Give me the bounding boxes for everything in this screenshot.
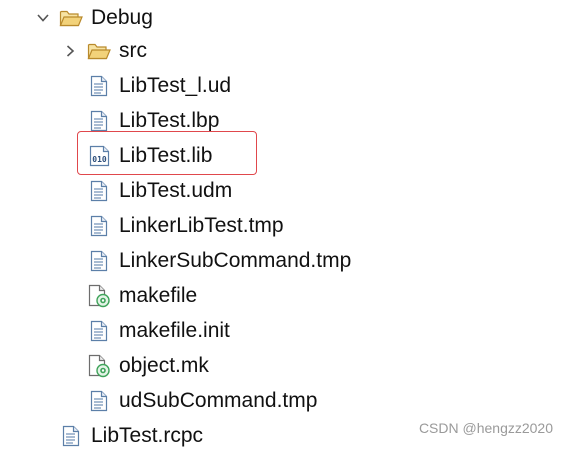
tree-item-label: src	[119, 39, 147, 62]
tree-item-label: LinkerLibTest.tmp	[119, 214, 284, 237]
tree-item-label: makefile.init	[119, 319, 230, 342]
tree-item-label: LinkerSubCommand.tmp	[119, 249, 352, 272]
text-file-icon	[90, 383, 108, 418]
tree-item-file[interactable]: LibTest.udm	[0, 173, 260, 208]
tree-item-label: object.mk	[119, 354, 209, 377]
tree-item-file[interactable]: makefile	[0, 278, 260, 313]
text-file-icon	[90, 313, 108, 348]
text-file-icon	[90, 68, 108, 103]
tree-item-file[interactable]: udSubCommand.tmp	[0, 383, 350, 418]
tree-item-debug[interactable]: Debug	[0, 0, 260, 35]
tree-item-file[interactable]: LinkerSubCommand.tmp	[0, 243, 380, 278]
tree-item-label: LibTest_l.ud	[119, 74, 232, 97]
folder-open-icon	[59, 0, 83, 35]
tree-item-file[interactable]: object.mk	[0, 348, 260, 383]
watermark-text: CSDN @hengzz2020	[418, 420, 553, 436]
tree-item-label: udSubCommand.tmp	[119, 389, 318, 412]
project-explorer-tree: Debug src LibTest_l.ud LibTest.lbp 010 L…	[0, 0, 569, 450]
tree-item-file[interactable]: LibTest_l.ud	[0, 68, 260, 103]
text-file-icon	[90, 243, 108, 278]
tree-item-file[interactable]: LinkerLibTest.tmp	[0, 208, 320, 243]
text-file-icon	[90, 173, 108, 208]
tree-item-file[interactable]: makefile.init	[0, 313, 260, 348]
tree-item-label: Debug	[91, 6, 153, 29]
text-file-icon	[62, 418, 80, 453]
makefile-icon	[88, 348, 112, 383]
tree-item-src[interactable]: src	[0, 33, 200, 68]
folder-open-icon	[87, 33, 111, 68]
tree-item-file[interactable]: LibTest.rcpc	[0, 418, 260, 453]
chevron-right-icon[interactable]	[62, 33, 78, 68]
chevron-down-icon[interactable]	[35, 0, 51, 35]
tree-item-label: makefile	[119, 284, 198, 307]
tree-item-label: LibTest.udm	[119, 179, 233, 202]
selection-highlight-box	[77, 131, 257, 175]
makefile-icon	[88, 278, 112, 313]
text-file-icon	[90, 208, 108, 243]
tree-item-label: LibTest.rcpc	[91, 424, 204, 447]
